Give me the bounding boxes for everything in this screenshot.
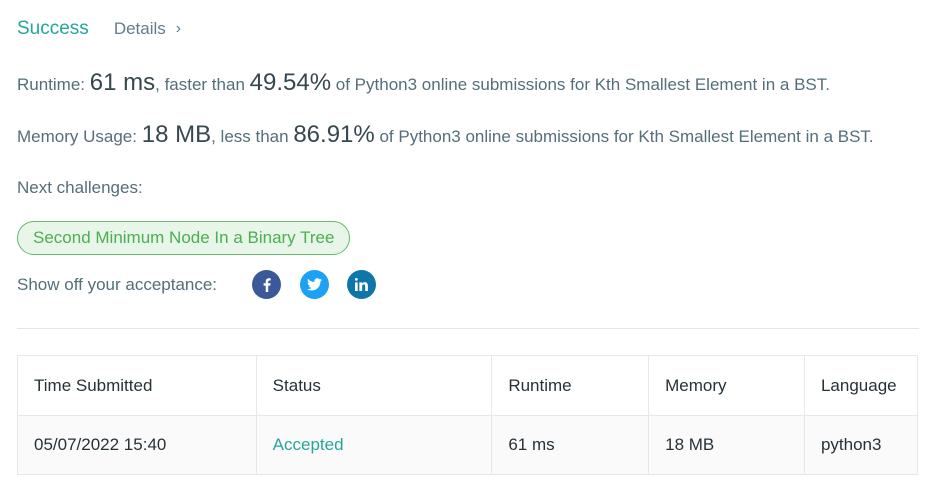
facebook-share-button[interactable] xyxy=(252,270,282,299)
memory-cell: 18 MB xyxy=(648,415,805,475)
details-label: Details xyxy=(113,19,166,38)
language-cell: python3 xyxy=(803,415,919,475)
divider xyxy=(17,328,919,329)
linkedin-icon xyxy=(355,278,368,291)
submissions-table: Time Submitted Status Runtime Memory Lan… xyxy=(17,355,919,475)
runtime-percent: 49.54% xyxy=(249,69,332,96)
column-header-status[interactable]: Status xyxy=(255,355,493,416)
memory-stat: Memory Usage: 18 MB, less than 86.91% of… xyxy=(17,121,874,149)
share-label: Show off your acceptance: xyxy=(17,274,218,294)
memory-value: 18 MB xyxy=(141,121,212,148)
status-accepted-link[interactable]: Accepted xyxy=(255,415,493,475)
time-submitted-cell: 05/07/2022 15:40 xyxy=(17,415,257,475)
memory-label: Memory Usage: xyxy=(17,127,137,146)
details-link[interactable]: Details › xyxy=(114,19,181,39)
runtime-value: 61 ms xyxy=(89,69,156,96)
facebook-icon xyxy=(263,277,271,292)
chevron-right-icon: › xyxy=(175,20,182,37)
memory-suffix: of Python3 online submissions for Kth Sm… xyxy=(379,127,874,146)
twitter-icon xyxy=(307,278,323,291)
submission-detail-page: Success Details › Runtime: 61 ms, faster… xyxy=(0,0,934,477)
linkedin-share-button[interactable] xyxy=(347,270,377,299)
runtime-stat: Runtime: 61 ms, faster than 49.54% of Py… xyxy=(17,69,830,97)
memory-percent: 86.91% xyxy=(293,121,375,148)
result-header: Success Details › xyxy=(17,18,181,40)
table-row: 05/07/2022 15:40 Accepted 61 ms 18 MB py… xyxy=(17,415,919,475)
share-row: Show off your acceptance: xyxy=(17,270,377,299)
next-challenges-label: Next challenges: xyxy=(17,178,143,197)
column-header-memory[interactable]: Memory xyxy=(648,355,805,416)
status-title: Success xyxy=(17,18,89,39)
runtime-cell: 61 ms xyxy=(491,415,650,475)
runtime-suffix: of Python3 online submissions for Kth Sm… xyxy=(335,75,830,94)
next-challenge-link[interactable]: Second Minimum Node In a Binary Tree xyxy=(17,221,351,255)
runtime-label: Runtime: xyxy=(17,75,86,94)
table-header-row: Time Submitted Status Runtime Memory Lan… xyxy=(17,355,919,416)
column-header-runtime[interactable]: Runtime xyxy=(491,355,650,416)
memory-comparison: , less than xyxy=(211,127,289,146)
column-header-time[interactable]: Time Submitted xyxy=(17,355,257,416)
runtime-comparison: , faster than xyxy=(155,75,245,94)
column-header-language[interactable]: Language xyxy=(803,355,919,416)
twitter-share-button[interactable] xyxy=(300,270,330,299)
